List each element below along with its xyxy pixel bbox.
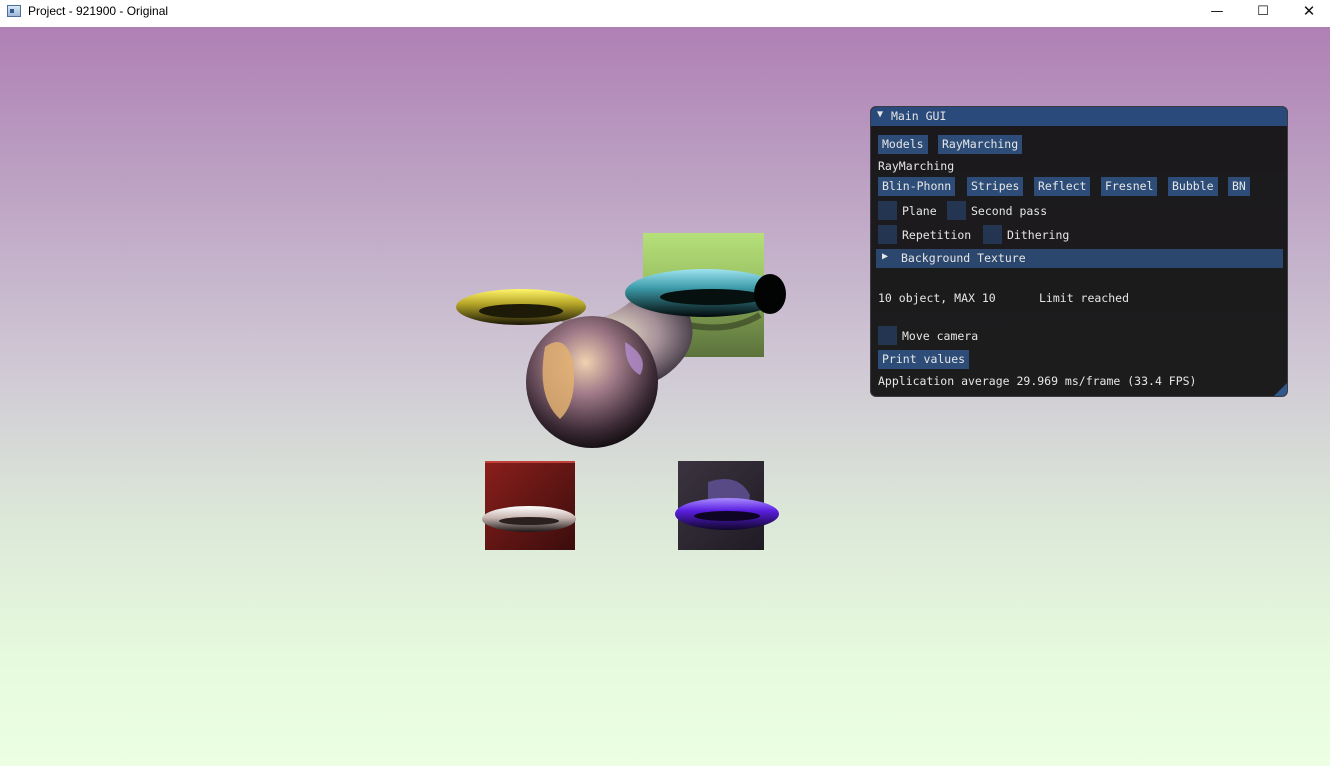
window-title: Project - 921900 - Original [28, 4, 169, 18]
red-cube [485, 461, 575, 550]
move-camera-label: Move camera [902, 329, 979, 343]
bubble-button[interactable]: Bubble [1168, 177, 1218, 196]
print-values-button[interactable]: Print values [878, 350, 970, 369]
dithering-checkbox[interactable] [983, 225, 1002, 244]
gui-titlebar[interactable]: ▼ Main GUI [871, 107, 1287, 126]
plane-checkbox[interactable] [878, 201, 897, 220]
maximize-button[interactable]: ☐ [1240, 0, 1286, 25]
tab-models[interactable]: Models [878, 135, 928, 154]
collapse-arrow-icon[interactable]: ▼ [877, 109, 883, 120]
minimize-button[interactable]: — [1194, 0, 1240, 25]
repetition-label: Repetition [902, 228, 972, 242]
minimize-icon: — [1210, 4, 1224, 19]
blin-phonn-button[interactable]: Blin-Phonn [878, 177, 956, 196]
section-label: RayMarching [878, 159, 955, 173]
close-button[interactable]: ✕ [1286, 0, 1330, 25]
background-texture-label: Background Texture [901, 251, 1026, 265]
limit-status: Limit reached [1039, 291, 1130, 305]
stripes-button[interactable]: Stripes [967, 177, 1024, 196]
white-torus [482, 506, 576, 532]
reflect-button[interactable]: Reflect [1034, 177, 1091, 196]
object-count: 10 object, MAX 10 [878, 291, 996, 305]
background-texture-header[interactable]: ▶ Background Texture [876, 249, 1283, 268]
resize-grip[interactable] [1274, 383, 1287, 396]
expand-arrow-icon: ▶ [882, 251, 889, 262]
fps-readout: Application average 29.969 ms/frame (33.… [878, 374, 1197, 388]
purple-torus [675, 498, 779, 530]
second-pass-label: Second pass [971, 204, 1048, 218]
main-gui-panel[interactable]: ▼ Main GUI Models RayMarching RayMarchin… [870, 106, 1288, 397]
window-titlebar[interactable]: Project - 921900 - Original — ☐ ✕ [0, 0, 1330, 25]
second-pass-checkbox[interactable] [947, 201, 966, 220]
app-icon [7, 5, 21, 17]
cyan-torus [625, 269, 786, 317]
blended-body [526, 301, 693, 448]
maximize-icon: ☐ [1257, 4, 1269, 19]
tab-raymarching[interactable]: RayMarching [938, 135, 1023, 154]
move-camera-checkbox[interactable] [878, 326, 897, 345]
dithering-label: Dithering [1007, 228, 1070, 242]
yellow-torus [456, 289, 586, 325]
bn-button[interactable]: BN [1228, 177, 1250, 196]
repetition-checkbox[interactable] [878, 225, 897, 244]
close-icon: ✕ [1302, 2, 1316, 20]
gui-title: Main GUI [891, 109, 947, 123]
plane-label: Plane [902, 204, 937, 218]
fresnel-button[interactable]: Fresnel [1101, 177, 1158, 196]
